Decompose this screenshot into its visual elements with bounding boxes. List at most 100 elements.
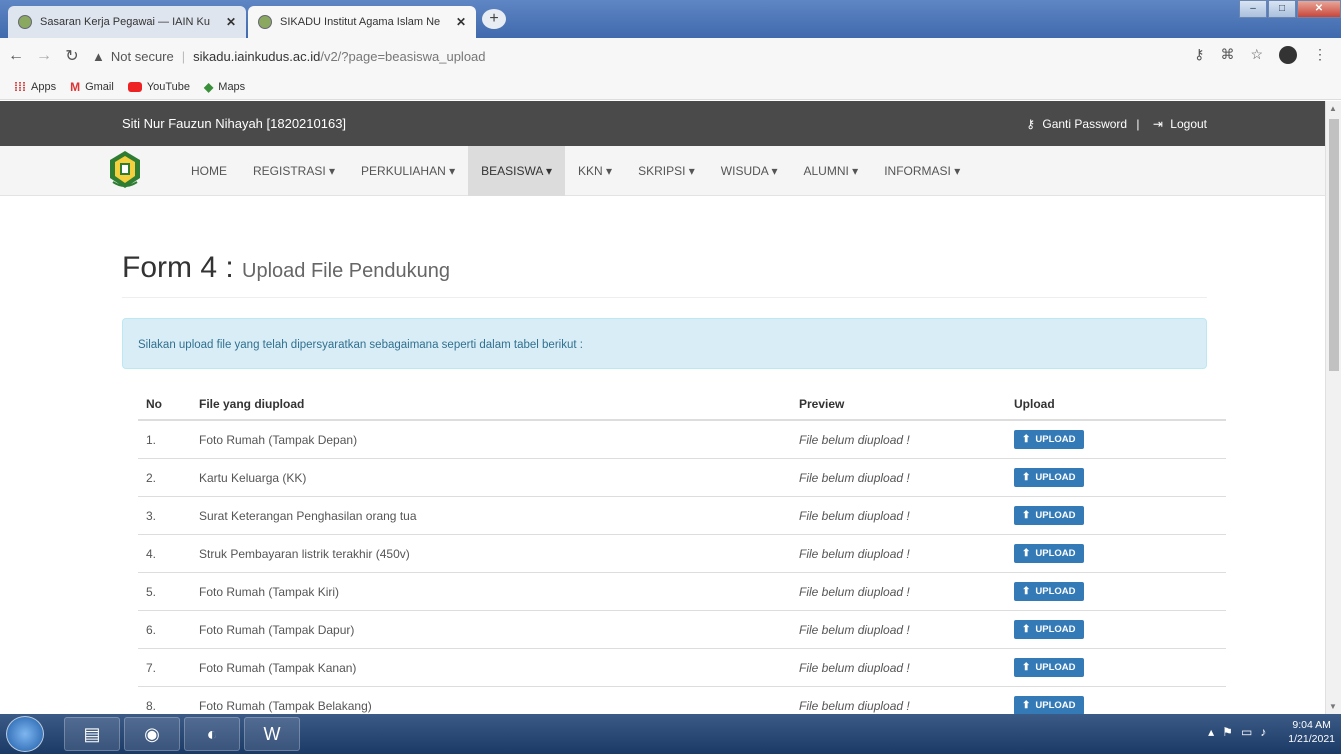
close-tab-icon[interactable]: ✕ bbox=[226, 15, 236, 29]
close-window-button[interactable]: ✕ bbox=[1297, 0, 1341, 18]
upload-label: UPLOAD bbox=[1035, 624, 1076, 635]
upload-label: UPLOAD bbox=[1035, 662, 1076, 673]
menu-alumni[interactable]: ALUMNI ▾ bbox=[791, 146, 872, 196]
scroll-down-icon[interactable]: ▼ bbox=[1329, 702, 1337, 711]
table-row: 8. Foto Rumah (Tampak Belakang) File bel… bbox=[138, 686, 1226, 714]
row-preview: File belum diupload ! bbox=[791, 534, 1006, 573]
bookmarks-bar: ⁞⁞⁞ Apps M Gmail YouTube ◆ Maps bbox=[0, 74, 1341, 100]
forward-arrow-icon[interactable]: → bbox=[32, 47, 56, 65]
col-upload: Upload bbox=[1006, 387, 1226, 421]
file-explorer-icon[interactable]: ▤ bbox=[64, 717, 120, 751]
start-button[interactable] bbox=[6, 716, 44, 752]
row-preview: File belum diupload ! bbox=[791, 420, 1006, 459]
upload-button[interactable]: ⬆ UPLOAD bbox=[1014, 544, 1084, 563]
table-row: 7. Foto Rumah (Tampak Kanan) File belum … bbox=[138, 648, 1226, 687]
key-icon[interactable]: ⚷ bbox=[1194, 46, 1204, 64]
bookmark-maps[interactable]: ◆ Maps bbox=[204, 80, 245, 94]
bookmark-label: Maps bbox=[218, 80, 246, 93]
table-row: 5. Foto Rumah (Tampak Kiri) File belum d… bbox=[138, 572, 1226, 611]
menu-skripsi[interactable]: SKRIPSI ▾ bbox=[625, 146, 708, 196]
table-row: 3. Surat Keterangan Penghasilan orang tu… bbox=[138, 496, 1226, 535]
gmail-icon: M bbox=[70, 79, 81, 94]
change-password-link[interactable]: Ganti Password bbox=[1042, 117, 1127, 131]
clock[interactable]: 9:04 AM 1/21/2021 bbox=[1288, 718, 1335, 746]
word-icon[interactable]: W bbox=[244, 717, 300, 751]
table-header-row: No File yang diupload Preview Upload bbox=[138, 387, 1226, 421]
upload-label: UPLOAD bbox=[1035, 548, 1076, 559]
iain-kudus-logo[interactable] bbox=[107, 150, 143, 190]
upload-label: UPLOAD bbox=[1035, 700, 1076, 711]
bookmark-gmail[interactable]: M Gmail bbox=[70, 80, 114, 94]
window-controls: – □ ✕ bbox=[1238, 0, 1341, 18]
link-separator: | bbox=[1136, 117, 1140, 131]
upload-icon: ⬆ bbox=[1022, 700, 1031, 711]
new-tab-button[interactable]: + bbox=[482, 9, 506, 29]
row-preview: File belum diupload ! bbox=[791, 572, 1006, 611]
menu-dots-icon[interactable]: ⋮ bbox=[1313, 46, 1327, 64]
upload-icon: ⬆ bbox=[1022, 586, 1031, 597]
upload-button[interactable]: ⬆ UPLOAD bbox=[1014, 468, 1084, 487]
bookmark-apps[interactable]: ⁞⁞⁞ Apps bbox=[14, 80, 56, 94]
row-preview: File belum diupload ! bbox=[791, 458, 1006, 497]
menu-perkuliahan[interactable]: PERKULIAHAN ▾ bbox=[348, 146, 468, 196]
menu-beasiswa[interactable]: BEASISWA ▾ bbox=[468, 146, 566, 196]
upload-icon: ⬆ bbox=[1022, 662, 1031, 673]
row-preview: File belum diupload ! bbox=[791, 496, 1006, 535]
tab-title: SIKADU Institut Agama Islam Ne bbox=[280, 16, 441, 28]
site-favicon-icon bbox=[18, 15, 32, 29]
translate-icon[interactable]: ⌘ bbox=[1220, 46, 1234, 64]
clock-time: 9:04 AM bbox=[1292, 719, 1331, 731]
form-title: Form 4 : bbox=[122, 251, 234, 284]
scroll-thumb[interactable] bbox=[1329, 119, 1339, 371]
warning-icon: ▲ bbox=[92, 48, 105, 64]
url-host: sikadu.iainkudus.ac.id bbox=[193, 48, 321, 64]
tray-icons[interactable]: ▴⚑▭♪ bbox=[1208, 725, 1274, 739]
url-separator: | bbox=[181, 48, 186, 64]
table-row: 1. Foto Rumah (Tampak Depan) File belum … bbox=[138, 420, 1226, 459]
back-arrow-icon[interactable]: ← bbox=[4, 47, 28, 65]
page-viewport: Siti Nur Fauzun Nihayah [1820210163] ⚷ G… bbox=[0, 101, 1325, 714]
youtube-icon bbox=[127, 81, 142, 92]
main-navbar: HOME REGISTRASI ▾ PERKULIAHAN ▾ BEASISWA… bbox=[0, 146, 1325, 196]
upload-icon: ⬆ bbox=[1022, 434, 1031, 445]
clock-date: 1/21/2021 bbox=[1288, 733, 1335, 745]
key-icon: ⚷ bbox=[1026, 117, 1036, 131]
upload-button[interactable]: ⬆ UPLOAD bbox=[1014, 506, 1084, 525]
upload-button[interactable]: ⬆ UPLOAD bbox=[1014, 620, 1084, 639]
browser-tab-2[interactable]: SIKADU Institut Agama Islam Ne ✕ bbox=[248, 6, 476, 38]
info-alert: Silakan upload file yang telah dipersyar… bbox=[122, 318, 1207, 369]
apps-grid-icon: ⁞⁞⁞ bbox=[14, 79, 26, 94]
row-no: 2. bbox=[138, 458, 191, 497]
scroll-up-icon[interactable]: ▲ bbox=[1329, 104, 1337, 113]
col-preview: Preview bbox=[791, 387, 1006, 421]
logout-link[interactable]: Logout bbox=[1170, 117, 1207, 131]
reload-icon[interactable]: ↻ bbox=[60, 46, 84, 66]
chrome-icon[interactable]: ◉ bbox=[124, 717, 180, 751]
firefox-icon[interactable]: ◐ bbox=[184, 717, 240, 751]
maximize-button[interactable]: □ bbox=[1268, 0, 1296, 18]
upload-button[interactable]: ⬆ UPLOAD bbox=[1014, 582, 1084, 601]
star-icon[interactable]: ☆ bbox=[1250, 46, 1263, 64]
upload-button[interactable]: ⬆ UPLOAD bbox=[1014, 430, 1084, 449]
bookmark-youtube[interactable]: YouTube bbox=[127, 81, 190, 93]
page-scrollbar[interactable]: ▲ ▼ bbox=[1325, 101, 1341, 714]
table-row: 4. Struk Pembayaran listrik terakhir (45… bbox=[138, 534, 1226, 573]
menu-wisuda[interactable]: WISUDA ▾ bbox=[708, 146, 791, 196]
menu-kkn[interactable]: KKN ▾ bbox=[565, 146, 625, 196]
minimize-button[interactable]: – bbox=[1239, 0, 1267, 18]
bookmark-label: Apps bbox=[31, 80, 57, 93]
menu-registrasi[interactable]: REGISTRASI ▾ bbox=[240, 146, 348, 196]
row-no: 6. bbox=[138, 610, 191, 649]
upload-button[interactable]: ⬆ UPLOAD bbox=[1014, 658, 1084, 677]
browser-tab-1[interactable]: Sasaran Kerja Pegawai — IAIN Ku ✕ bbox=[8, 6, 246, 38]
upload-label: UPLOAD bbox=[1035, 510, 1076, 521]
upload-label: UPLOAD bbox=[1035, 434, 1076, 445]
upload-label: UPLOAD bbox=[1035, 472, 1076, 483]
url-field[interactable]: ▲ Not secure | sikadu.iainkudus.ac.id /v… bbox=[92, 42, 486, 70]
menu-home[interactable]: HOME bbox=[178, 146, 240, 196]
profile-icon[interactable] bbox=[1279, 46, 1297, 64]
upload-button[interactable]: ⬆ UPLOAD bbox=[1014, 696, 1084, 714]
menu-informasi[interactable]: INFORMASI ▾ bbox=[871, 146, 973, 196]
col-file: File yang diupload bbox=[191, 387, 791, 421]
close-tab-icon[interactable]: ✕ bbox=[456, 15, 466, 29]
